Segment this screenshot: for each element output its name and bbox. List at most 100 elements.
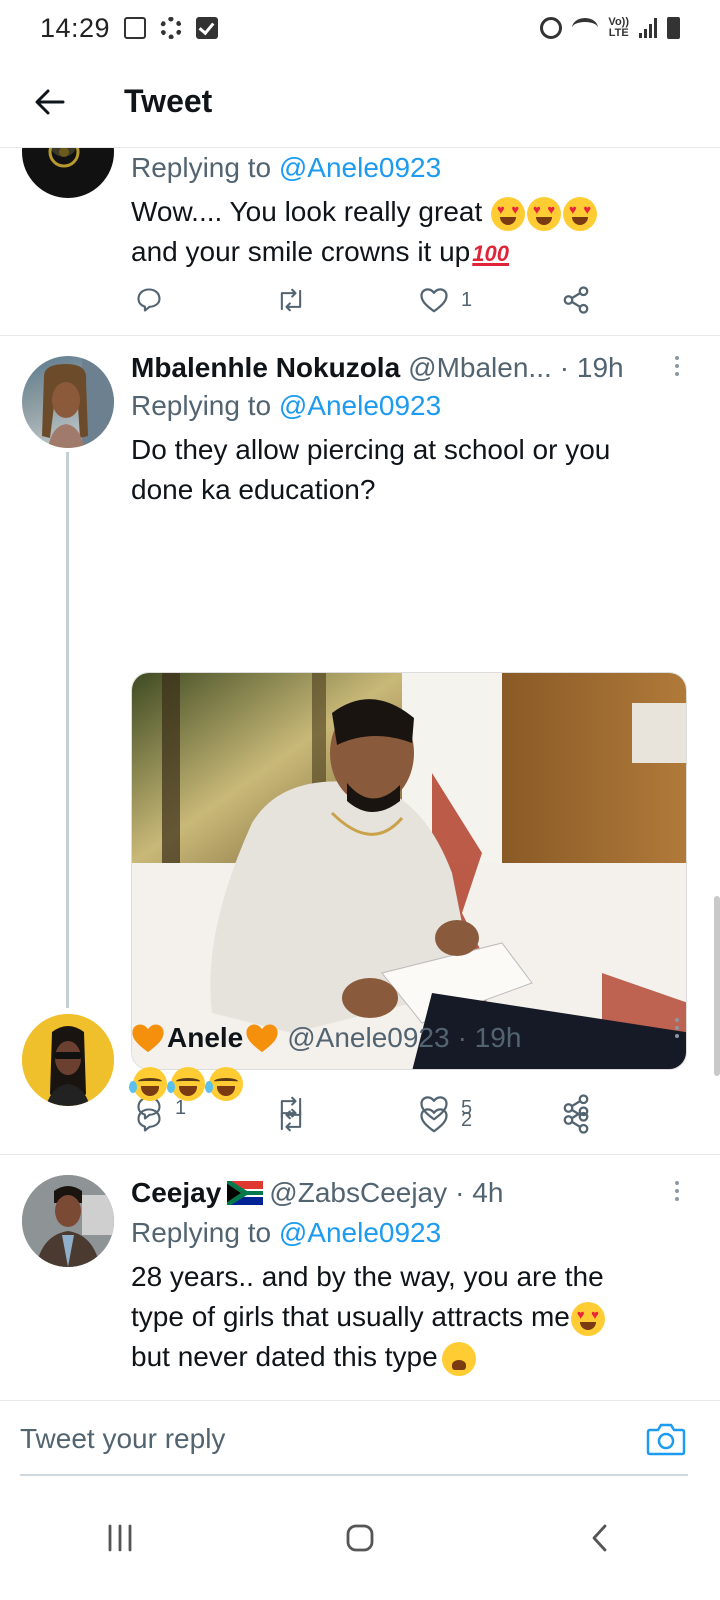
reply-input[interactable] [20,1401,620,1477]
display-name[interactable]: Mbalenhle Nokuzola [131,350,400,386]
weary-face-emoji [441,1341,476,1376]
replying-prefix: Replying to [131,1217,272,1248]
retweet-icon [280,1108,302,1132]
status-bar: 14:29 Vo)) LTE [0,0,720,56]
signal-icon [639,18,657,38]
camera-button[interactable] [646,1421,686,1457]
tweet-text [129,1062,681,1102]
status-time: 14:29 [40,12,111,43]
image-icon [124,17,147,39]
camera-icon [646,1423,686,1456]
heart-icon [420,288,448,313]
avatar[interactable] [22,356,114,448]
heart-eyes-emoji [563,196,598,231]
user-handle[interactable]: @Anele0923 [287,1020,449,1056]
like-count: 2 [461,1108,473,1131]
tweet-text-line1: 28 years.. and by the way, you are the [131,1261,604,1292]
avatar-portrait-image [22,1175,114,1267]
wifi-icon [572,18,599,38]
tweet-thread[interactable]: Replying to @Anele0923 Wow.... You look … [0,148,720,1400]
heart-eyes-emoji [491,196,526,231]
tweet-time[interactable]: · 4h [455,1175,503,1211]
more-options-button[interactable] [672,356,682,376]
top-app-bar: Tweet [0,56,720,148]
avatar-portrait-image [22,1014,114,1106]
retweet-icon [280,288,302,312]
avatar-portrait-image [42,356,114,448]
tweet-text: Do they allow piercing at school or you … [131,434,611,505]
share-button[interactable] [561,285,591,315]
orange-heart-icon [132,1024,164,1053]
orange-heart-icon [246,1024,278,1053]
tweet-header: Mbalenhle Nokuzola @Mbalen... · 19h [131,350,681,386]
share-icon [563,1106,589,1134]
back-button[interactable] [20,72,80,132]
reply-button[interactable] [135,1106,175,1134]
heart-eyes-emoji [527,196,562,231]
avatar-wheel-image [48,148,80,168]
mention-link[interactable]: @Anele0923 [279,390,441,421]
tweet-reply[interactable]: Mbalenhle Nokuzola @Mbalen... · 19h Repl… [0,336,720,1122]
check-icon [196,17,219,39]
replying-to: Replying to @Anele0923 [131,148,681,188]
avatar[interactable] [22,1014,114,1106]
page-title: Tweet [124,83,213,119]
home-icon [346,1524,374,1552]
heart-eyes-emoji [570,1301,605,1336]
scrollbar[interactable] [714,896,720,1076]
system-navigation-bar [0,1476,720,1600]
lte-label-bottom: LTE [608,27,629,39]
like-button[interactable]: 1 [419,286,472,314]
volte-lte-icon: Vo)) LTE [608,17,629,39]
battery-icon [667,17,680,39]
like-count: 1 [461,288,473,311]
recent-apps-button[interactable] [80,1508,160,1568]
display-name[interactable]: Ceejay [131,1175,221,1211]
tears-of-joy-emoji [129,1066,167,1101]
user-handle[interactable]: @Mbalen... [408,350,552,386]
mention-link[interactable]: @Anele0923 [279,1217,441,1248]
tweet-text: 28 years.. and by the way, you are the t… [131,1257,681,1377]
tweet-time[interactable]: · 19h [560,350,624,386]
replying-to: Replying to @Anele0923 [131,386,681,426]
replying-prefix: Replying to [131,390,272,421]
tweet-text-line3: but never dated this type [131,1341,438,1372]
tweet-text-line2: type of girls that usually attracts me [131,1301,570,1332]
alarm-icon [540,17,563,39]
reply-icon [137,1108,161,1132]
replying-to: Replying to @Anele0923 [131,1213,681,1253]
share-button[interactable] [561,1105,591,1135]
tweet-reply[interactable]: Ceejay @ZabsCeejay · 4h Replying to @Ane… [0,1155,720,1400]
mention-link[interactable]: @Anele0923 [279,152,441,183]
tweet-text-line2: and your smile crowns it up [131,236,471,267]
retweet-button[interactable] [275,286,307,314]
reply-icon [137,288,161,312]
heart-icon [420,1108,448,1133]
display-name[interactable]: Anele [167,1020,243,1056]
hundred-points-emoji: 100 [472,240,509,266]
avatar[interactable] [22,148,114,198]
reply-composer [0,1400,720,1477]
system-back-button[interactable] [560,1508,640,1568]
retweet-button[interactable] [275,1106,307,1134]
tweet-header: Ceejay @ZabsCeejay · 4h [131,1175,681,1211]
more-options-button[interactable] [672,1181,682,1201]
tweet-time[interactable]: · 19h [458,1020,522,1056]
home-button[interactable] [320,1508,400,1568]
like-button[interactable]: 2 [419,1106,472,1134]
tweet-reply[interactable]: Anele @Anele0923 · 19h 2 [0,1000,720,1158]
tweet-text: Wow.... You look really great and your s… [131,192,681,274]
avatar[interactable] [22,1175,114,1267]
tears-of-joy-emoji [167,1066,205,1101]
tweet-reply[interactable]: Replying to @Anele0923 Wow.... You look … [0,148,720,336]
arrow-left-icon [35,89,65,114]
reply-button[interactable] [135,286,175,314]
user-handle[interactable]: @ZabsCeejay [269,1175,447,1211]
recent-apps-icon [108,1524,132,1552]
chevron-left-icon [592,1524,607,1552]
replying-prefix: Replying to [131,152,272,183]
south-africa-flag-icon [227,1181,264,1205]
tears-of-joy-emoji [205,1066,243,1101]
tweet-text-line1: Wow.... You look really great [131,196,483,227]
more-options-button[interactable] [672,1018,682,1038]
